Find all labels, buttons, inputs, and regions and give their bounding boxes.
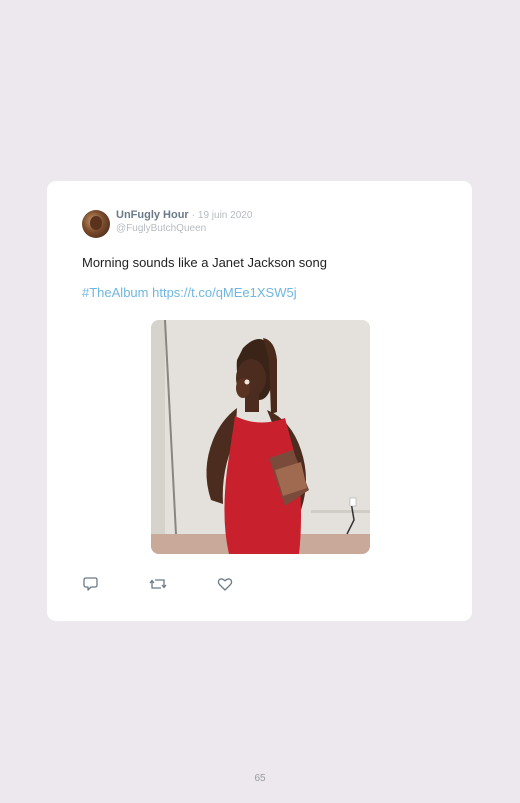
reply-button[interactable] [82,575,100,593]
tweet-card: UnFugly Hour · 19 juin 2020 @FuglyButchQ… [47,181,472,621]
tweet-header: UnFugly Hour · 19 juin 2020 @FuglyButchQ… [82,209,252,238]
tweet-media[interactable] [151,320,370,554]
page-number: 65 [254,773,266,784]
like-button[interactable] [216,575,234,593]
tweet-actions [82,575,283,593]
hashtag-link[interactable]: #TheAlbum [82,285,148,300]
media-image [151,320,370,554]
author-handle[interactable]: @FuglyButchQueen [116,222,252,235]
reply-icon [83,577,98,591]
author-name[interactable]: UnFugly Hour [116,209,189,221]
tweet-date[interactable]: · 19 juin 2020 [192,210,253,221]
heart-icon [217,578,233,591]
tweet-links: #TheAlbum https://t.co/qMEe1XSW5j [82,285,297,300]
avatar[interactable] [82,210,110,238]
retweet-button[interactable] [149,575,167,593]
tweet-text: Morning sounds like a Janet Jackson song [82,255,327,270]
retweet-icon [149,579,167,589]
name-row: UnFugly Hour · 19 juin 2020 [116,209,252,222]
author-meta: UnFugly Hour · 19 juin 2020 @FuglyButchQ… [116,209,252,235]
url-link[interactable]: https://t.co/qMEe1XSW5j [152,285,297,300]
